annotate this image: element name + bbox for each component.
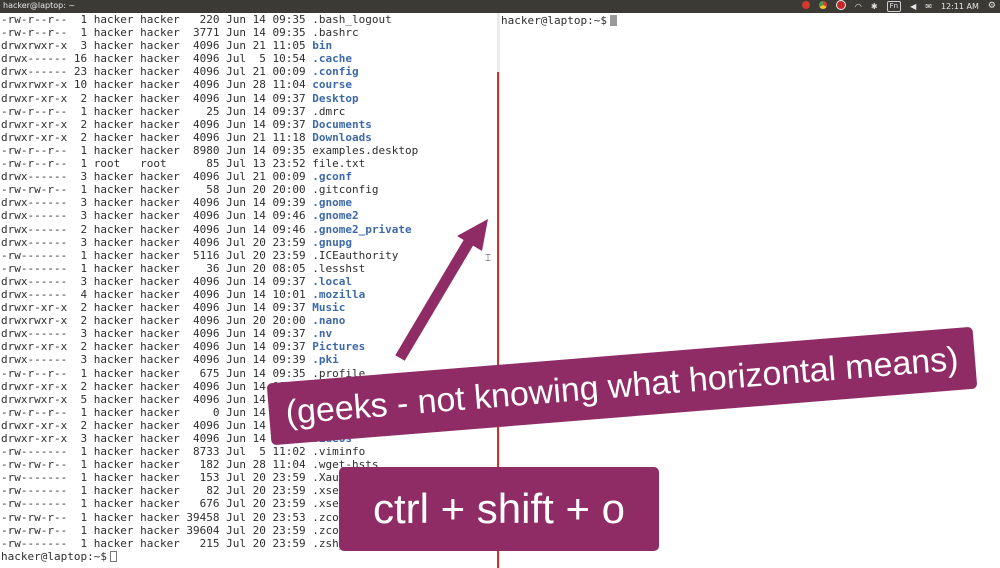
callout-text: ctrl + shift + o <box>372 485 626 532</box>
shortcut-callout: ctrl + shift + o <box>339 467 659 551</box>
